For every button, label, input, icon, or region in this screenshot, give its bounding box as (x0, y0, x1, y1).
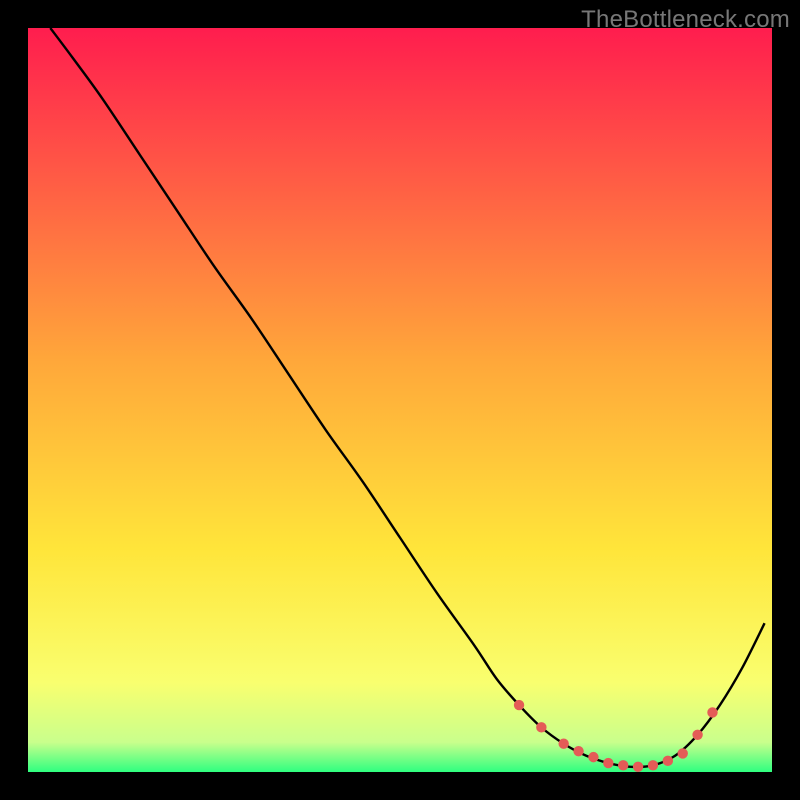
marker-dot (573, 746, 583, 756)
marker-dot (536, 722, 546, 732)
marker-dot (707, 707, 717, 717)
marker-dot (663, 756, 673, 766)
chart-container: TheBottleneck.com (0, 0, 800, 800)
marker-dot (588, 752, 598, 762)
marker-dot (603, 758, 613, 768)
marker-dot (648, 760, 658, 770)
plot-area (28, 28, 772, 772)
marker-dot (514, 700, 524, 710)
marker-dot (692, 730, 702, 740)
marker-dot (618, 760, 628, 770)
chart-svg (28, 28, 772, 772)
marker-dot (558, 739, 568, 749)
marker-dot (678, 748, 688, 758)
marker-dot (633, 762, 643, 772)
gradient-background (28, 28, 772, 772)
